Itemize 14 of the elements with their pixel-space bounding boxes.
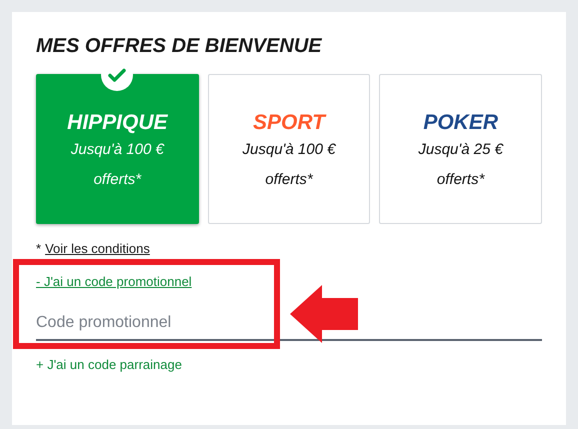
conditions-link[interactable]: Voir les conditions (45, 239, 150, 258)
offer-card[interactable]: POKER Jusqu'à 25 € offerts* (379, 74, 542, 224)
offer-name: SPORT (253, 112, 325, 132)
offer-card[interactable]: SPORT Jusqu'à 100 € offerts* (208, 74, 370, 224)
offer-name: HIPPIQUE (67, 112, 168, 132)
asterisk: * (36, 240, 42, 258)
promo-code-toggle[interactable]: - J'ai un code promotionnel (36, 272, 192, 291)
offer-description: Jusqu'à 100 € offerts* (242, 140, 337, 190)
page-title: MES OFFRES DE BIENVENUE (36, 36, 323, 56)
arrow-drawing (290, 285, 358, 343)
offer-name: POKER (423, 112, 498, 132)
offer-description: Jusqu'à 25 € offerts* (417, 140, 504, 190)
offer-description: Jusqu'à 100 € offerts* (70, 140, 166, 190)
referral-code-toggle[interactable]: + J'ai un code parrainage (36, 355, 182, 374)
